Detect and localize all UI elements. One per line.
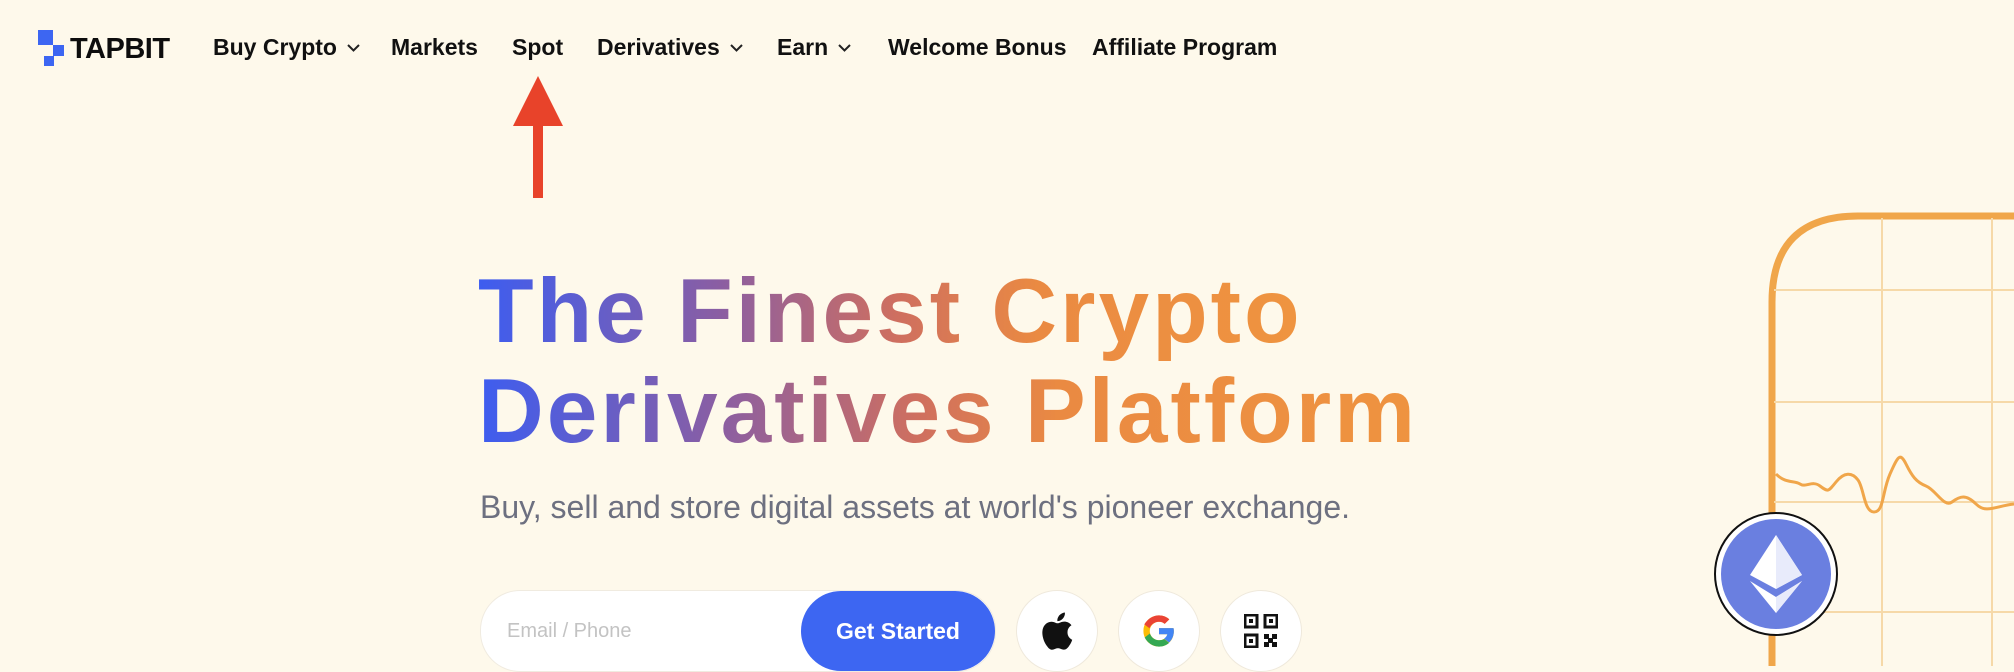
- ethereum-icon: [1721, 519, 1831, 629]
- google-icon: [1143, 615, 1174, 647]
- nav-derivatives[interactable]: Derivatives: [597, 34, 743, 61]
- ethereum-badge: [1714, 512, 1838, 636]
- qr-code-button[interactable]: [1220, 590, 1302, 672]
- apple-icon: [1042, 612, 1073, 650]
- hero-subtitle: Buy, sell and store digital assets at wo…: [480, 489, 1350, 525]
- email-phone-input[interactable]: [505, 613, 769, 649]
- nav-buy-crypto[interactable]: Buy Crypto: [213, 34, 360, 61]
- signup-form: Get Started: [480, 590, 996, 672]
- hero-title-line1: The Finest Crypto: [478, 262, 1418, 362]
- nav-markets-label: Markets: [391, 34, 478, 60]
- nav-spot-label: Spot: [512, 34, 564, 60]
- tapbit-logo-icon: [38, 30, 64, 66]
- nav-buy-crypto-label: Buy Crypto: [213, 34, 337, 60]
- red-arrow-icon: [513, 76, 563, 198]
- hero-title: The Finest Crypto Derivatives Platform: [478, 262, 1418, 462]
- nav-earn-label: Earn: [777, 34, 829, 60]
- nav-welcome-bonus-label: Welcome Bonus: [888, 34, 1067, 60]
- chevron-down-icon: [838, 43, 851, 52]
- brand-logo[interactable]: TAPBIT: [38, 30, 170, 68]
- qr-code-icon: [1244, 614, 1278, 648]
- nav-earn[interactable]: Earn: [777, 34, 851, 61]
- nav-affiliate-program-label: Affiliate Program: [1092, 34, 1278, 60]
- nav-affiliate-program[interactable]: Affiliate Program: [1092, 34, 1277, 61]
- nav-welcome-bonus[interactable]: Welcome Bonus: [888, 34, 1067, 61]
- top-navigation: TAPBIT Buy Crypto Markets Spot Derivativ…: [0, 0, 2014, 96]
- google-signin-button[interactable]: [1118, 590, 1200, 672]
- nav-spot[interactable]: Spot: [512, 34, 563, 61]
- chevron-down-icon: [730, 43, 743, 52]
- apple-signin-button[interactable]: [1016, 590, 1098, 672]
- nav-markets[interactable]: Markets: [391, 34, 478, 61]
- chevron-down-icon: [347, 43, 360, 52]
- get-started-button[interactable]: Get Started: [801, 591, 995, 671]
- brand-name: TAPBIT: [70, 32, 170, 65]
- nav-derivatives-label: Derivatives: [597, 34, 720, 60]
- hero-title-line2: Derivatives Platform: [478, 361, 1419, 462]
